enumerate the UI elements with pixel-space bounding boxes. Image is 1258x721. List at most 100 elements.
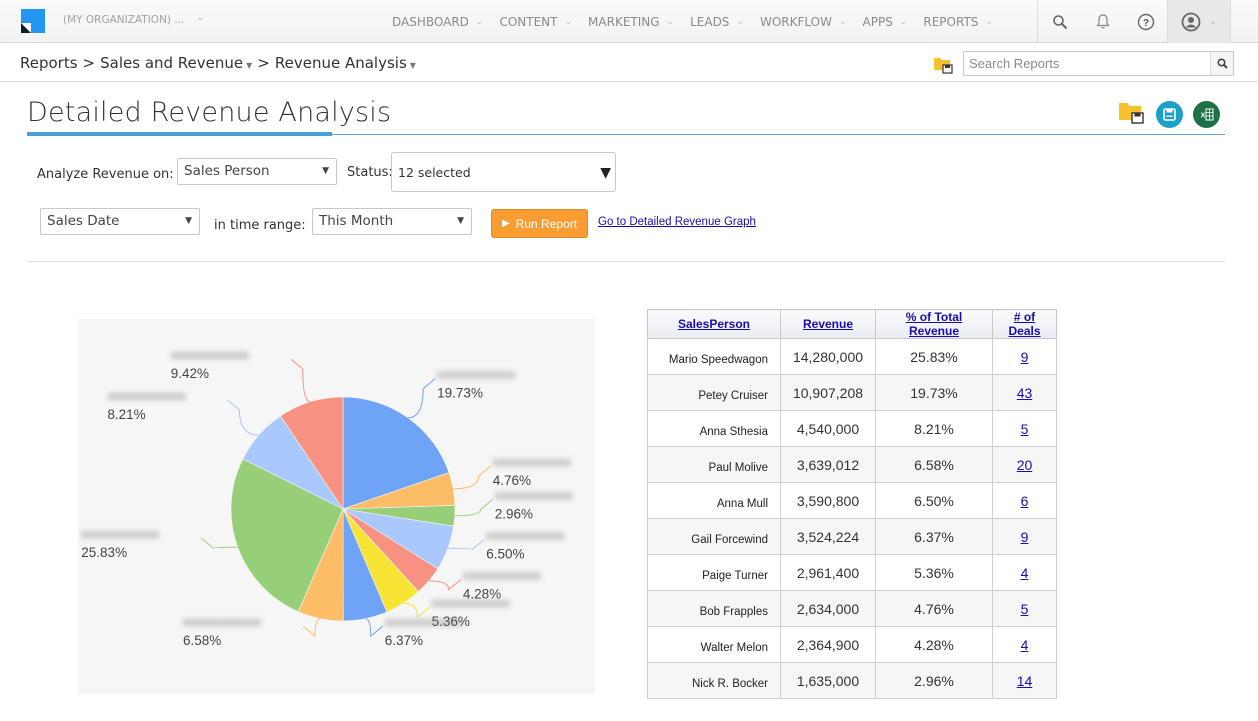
deals-cell: 43: [992, 374, 1057, 411]
save-to-folder-icon[interactable]: [1118, 99, 1146, 129]
sort-link[interactable]: # of Deals: [1008, 310, 1040, 338]
percent-cell: 5.36%: [875, 554, 993, 591]
breadcrumb-separator: >: [257, 54, 270, 72]
pie-leader-line: [408, 378, 436, 419]
report-actions: X: [1118, 99, 1220, 129]
nav-content[interactable]: CONTENT ⌄: [499, 15, 572, 29]
nav-reports[interactable]: REPORTS ⌄: [923, 15, 993, 29]
nav-label: CONTENT: [499, 14, 558, 29]
pie-slice-percent-label: 6.37%: [385, 633, 423, 648]
revenue-cell: 3,524,224: [780, 518, 876, 555]
detailed-revenue-graph-link[interactable]: Go to Detailed Revenue Graph: [598, 216, 756, 228]
column-header-deals[interactable]: # of Deals: [992, 309, 1057, 339]
svg-text:?: ?: [1142, 18, 1148, 29]
nav-label: MARKETING: [588, 14, 660, 29]
pie-leader-line: [453, 465, 492, 490]
table-header-row: SalesPerson Revenue % of Total Revenue #…: [647, 309, 1057, 339]
deals-link[interactable]: 9: [1021, 349, 1029, 365]
deals-cell: 9: [992, 518, 1057, 555]
caret-down-icon: ▼: [457, 216, 464, 226]
revenue-cell: 4,540,000: [780, 410, 876, 447]
deals-cell: 14: [992, 662, 1057, 699]
deals-link[interactable]: 4: [1021, 565, 1029, 581]
pie-leader-line: [290, 358, 311, 403]
nav-workflow[interactable]: WORKFLOW ⌄: [760, 15, 847, 29]
time-range-select[interactable]: This Month ▼: [312, 208, 472, 235]
save-report-button[interactable]: [1156, 100, 1183, 128]
help-icon[interactable]: ?: [1124, 0, 1167, 43]
date-field-select[interactable]: Sales Date ▼: [40, 208, 200, 235]
deals-link[interactable]: 9: [1021, 529, 1029, 545]
pie-slice-percent-label: 25.83%: [81, 545, 127, 560]
caret-down-icon: ▼: [322, 166, 329, 176]
pie-slice-percent-label: 19.73%: [437, 386, 483, 401]
bell-icon[interactable]: [1081, 0, 1124, 43]
salesperson-cell: Paul Molive: [647, 446, 781, 483]
run-report-button[interactable]: ▶ Run Report: [491, 209, 588, 238]
column-header-revenue[interactable]: Revenue: [780, 309, 876, 339]
deals-link[interactable]: 4: [1021, 637, 1029, 653]
export-excel-button[interactable]: X: [1193, 100, 1220, 128]
deals-link[interactable]: 20: [1017, 457, 1033, 473]
time-range-label: in time range:: [214, 218, 306, 233]
percent-cell: 8.21%: [875, 410, 993, 447]
chevron-down-icon: ⌄: [564, 16, 573, 27]
chevron-down-icon[interactable]: ⌄: [196, 12, 204, 23]
pie-leader-line: [454, 499, 494, 517]
nav-apps[interactable]: APPS ⌄: [863, 15, 908, 29]
breadcrumb-sales-and-revenue[interactable]: Sales and Revenue ▼: [100, 54, 252, 72]
percent-cell: 4.28%: [875, 626, 993, 663]
caret-down-icon: ▼: [185, 216, 192, 226]
revenue-cell: 3,590,800: [780, 482, 876, 519]
search-icon[interactable]: [1038, 0, 1081, 43]
salesperson-cell: Mario Speedwagon: [647, 338, 781, 375]
pie-chart-svg: xxxxxxxxxxxx19.73%xxxxxxxxxxxx4.76%xxxxx…: [81, 347, 573, 648]
breadcrumb-reports[interactable]: Reports: [20, 54, 78, 72]
deals-link[interactable]: 43: [1017, 385, 1033, 401]
svg-text:X: X: [1200, 112, 1205, 119]
user-menu[interactable]: ⌄: [1167, 0, 1231, 43]
breadcrumb-revenue-analysis[interactable]: Revenue Analysis ▼: [275, 54, 416, 72]
nav-dashboard[interactable]: DASHBOARD ⌄: [392, 15, 483, 29]
organization-selector[interactable]: (MY ORGANIZATION) ...: [63, 14, 184, 26]
deals-link[interactable]: 5: [1021, 421, 1029, 437]
revenue-cell: 2,634,000: [780, 590, 876, 627]
saved-reports-folder-icon[interactable]: [933, 55, 954, 78]
pie-slice-percent-label: 9.42%: [171, 366, 209, 381]
nav-leads[interactable]: LEADS ⌄: [690, 15, 744, 29]
deals-cell: 9: [992, 338, 1057, 375]
salesperson-cell: Anna Sthesia: [647, 410, 781, 447]
search-reports-button[interactable]: [1210, 52, 1233, 75]
title-underline: [27, 132, 332, 136]
column-header-percent-total[interactable]: % of Total Revenue: [875, 309, 993, 339]
deals-link[interactable]: 6: [1021, 493, 1029, 509]
deals-cell: 4: [992, 626, 1057, 663]
nav-marketing[interactable]: MARKETING ⌄: [588, 15, 674, 29]
sort-link[interactable]: SalesPerson: [678, 317, 750, 331]
deals-link[interactable]: 5: [1021, 601, 1029, 617]
table-row: Walter Melon 2,364,900 4.28% 4: [647, 626, 1057, 663]
analyze-revenue-select[interactable]: Sales Person ▼: [177, 158, 337, 185]
status-multiselect[interactable]: 12 selected ▼: [391, 152, 616, 192]
app-logo[interactable]: [21, 9, 45, 33]
revenue-cell: 14,280,000: [780, 338, 876, 375]
breadcrumb: Reports > Sales and Revenue ▼ > Revenue A…: [20, 54, 416, 72]
analyze-revenue-label: Analyze Revenue on:: [37, 167, 174, 182]
pie-slice-name-label: xxxxxxxxxxxx: [385, 614, 464, 629]
sort-link[interactable]: Revenue: [803, 317, 853, 331]
table-row: Anna Sthesia 4,540,000 8.21% 5: [647, 410, 1057, 447]
select-value: This Month: [319, 213, 394, 229]
sort-link[interactable]: % of Total Revenue: [906, 310, 962, 338]
column-header-salesperson[interactable]: SalesPerson: [647, 309, 781, 339]
main-menu: DASHBOARD ⌄ CONTENT ⌄ MARKETING ⌄ LEADS ⌄ WO…: [392, 0, 1009, 43]
nav-label: LEADS: [690, 14, 730, 29]
play-icon: ▶: [501, 218, 510, 229]
breadcrumb-label: Sales and Revenue: [100, 54, 244, 72]
pie-slice-name-label: xxxxxxxxxxxx: [171, 347, 250, 362]
search-reports-field: [963, 51, 1234, 76]
pie-slice-percent-label: 6.58%: [183, 633, 221, 648]
deals-link[interactable]: 14: [1017, 673, 1033, 689]
chevron-down-icon: ⌄: [666, 16, 675, 27]
chevron-down-icon: ⌄: [1209, 16, 1217, 27]
search-reports-input[interactable]: [964, 52, 1210, 75]
